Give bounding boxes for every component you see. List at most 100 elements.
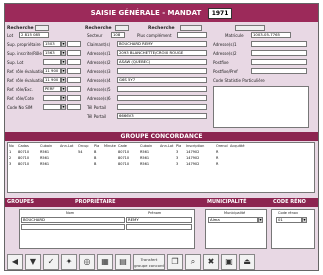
left-form-extra-field-2[interactable] [67, 59, 81, 65]
middle-form-field-1[interactable]: 2093 BLANCHETTE/CROIX ROUGE [117, 50, 207, 56]
code-reno-dropdown[interactable]: ▾ [302, 217, 307, 223]
concordance-cell[interactable]: R561 [40, 156, 49, 160]
concordance-cell[interactable]: R561 [40, 150, 49, 154]
concordance-cell[interactable]: 80710 [18, 156, 29, 160]
concordance-cell[interactable]: 3 [176, 156, 178, 160]
concordance-cell[interactable]: 54 [78, 150, 82, 154]
toolbar-button-0[interactable]: ◀ [7, 254, 23, 270]
left-form-field-2[interactable] [43, 59, 61, 65]
concordance-cell[interactable]: B [94, 150, 96, 154]
concordance-cell[interactable]: 3 [176, 162, 178, 166]
middle-form-field-3[interactable] [117, 68, 207, 74]
recherche-select-4[interactable] [235, 25, 265, 31]
nom-field[interactable]: BOUCHARD [21, 217, 125, 223]
left-form-dropdown-0[interactable]: ▾ [61, 41, 66, 47]
transfer-button[interactable]: Transfert groupe concord [133, 254, 165, 270]
concordance-cell[interactable]: 80710 [118, 150, 129, 154]
middle-form-field-7[interactable] [117, 104, 207, 110]
concordance-cell[interactable]: B [94, 162, 96, 166]
left-form-field-0[interactable]: 1503 [43, 41, 61, 47]
concordance-cell[interactable]: 3 [176, 150, 178, 154]
nom-field-empty[interactable] [21, 224, 125, 230]
toolbar-button-1[interactable]: ▼ [25, 254, 41, 270]
left-form-extra-field-7[interactable] [67, 104, 81, 110]
toolbar-button-11[interactable]: ▣ [221, 254, 237, 270]
toolbar-button-12[interactable]: ⏏ [239, 254, 255, 270]
toolbar-button-5[interactable]: ▦ [97, 254, 113, 270]
left-form-dropdown-6[interactable]: ▾ [61, 95, 66, 101]
prenom-field[interactable]: REMY [126, 217, 192, 223]
concordance-cell[interactable]: 3 [9, 162, 11, 166]
concordance-cell[interactable]: 147902 [186, 150, 199, 154]
concordance-cell[interactable]: R [216, 162, 218, 166]
left-form-field-5[interactable]: PERF [43, 86, 61, 92]
concordance-cell[interactable]: R [216, 150, 218, 154]
left-form-extra-field-3[interactable] [67, 68, 81, 74]
left-form-field-1[interactable]: 1563 [43, 50, 61, 56]
left-form-extra-field-5[interactable] [67, 86, 81, 92]
left-form-dropdown-4[interactable]: ▾ [61, 77, 66, 83]
code-reno-field[interactable]: 01 [276, 217, 302, 223]
left-form-extra-field-0[interactable] [67, 41, 81, 47]
left-form-extra-field-4[interactable] [67, 77, 81, 83]
left-form-field-7[interactable] [43, 104, 61, 110]
left-form-dropdown-7[interactable]: ▾ [61, 104, 66, 110]
left-form-dropdown-3[interactable]: ▾ [61, 68, 66, 74]
middle-form-field-5[interactable] [117, 86, 207, 92]
recherche-select-3[interactable] [180, 25, 202, 31]
toolbar-button-4[interactable]: ◎ [79, 254, 95, 270]
left-form-extra-field-1[interactable] [67, 50, 81, 56]
window-title: SAISIE GÉNÉRALE - MANDAT [90, 9, 202, 17]
left-form-dropdown-1[interactable]: ▾ [61, 50, 66, 56]
middle-form-field-0[interactable]: BOUCHARD REMY [117, 41, 207, 47]
toolbar-button-2[interactable]: ✓ [43, 254, 59, 270]
municipalite-dropdown[interactable]: ▾ [258, 217, 263, 223]
left-form-field-3[interactable]: 11 900 [43, 68, 61, 74]
concordance-cell[interactable]: 1 [9, 150, 11, 154]
concordance-cell[interactable]: B [94, 156, 96, 160]
left-form-field-6[interactable] [43, 95, 61, 101]
municipalite-field[interactable]: Alma [208, 217, 258, 223]
concordance-cell[interactable]: 2 [9, 156, 11, 160]
toolbar-button-10[interactable]: ✖ [203, 254, 219, 270]
concordance-row[interactable]: 3 80710 R561 B 80710 R561 3 147902 R [8, 162, 314, 168]
year-field[interactable]: 1971 [207, 7, 233, 19]
toolbar-button-9[interactable]: ⌕ [185, 254, 201, 270]
toolbar-button-8[interactable]: ❐ [167, 254, 183, 270]
right-form-field-1[interactable] [251, 50, 307, 56]
concordance-cell[interactable]: R561 [140, 156, 149, 160]
middle-form-label-2: Adresse(s)2 [87, 60, 111, 65]
concordance-cell[interactable]: R [216, 156, 218, 160]
middle-form-field-4[interactable]: G6S 5Y7 [117, 77, 207, 83]
secteur-field[interactable]: 108 [111, 32, 125, 38]
left-form-dropdown-5[interactable]: ▾ [61, 86, 66, 92]
recherche-select-1[interactable] [35, 25, 49, 31]
left-form-extra-field-6[interactable] [67, 95, 81, 101]
prenom-field-empty[interactable] [126, 224, 192, 230]
right-form-field-3[interactable] [251, 68, 307, 74]
municipalite-grid: Municipalité Alma ▾ [205, 209, 267, 249]
concordance-cell[interactable]: 147902 [186, 156, 199, 160]
middle-form-field-2[interactable]: ASAW (QUEBEC) [117, 59, 207, 65]
concordance-cell[interactable]: 80710 [18, 150, 29, 154]
toolbar-button-3[interactable]: ✦ [61, 254, 77, 270]
lot-field[interactable]: 2 815 085 [19, 32, 49, 38]
left-form-dropdown-2[interactable]: ▾ [61, 59, 66, 65]
left-form-field-4[interactable]: 11 900 [43, 77, 61, 83]
concordance-cell[interactable]: R561 [140, 162, 149, 166]
code-statistique-area[interactable] [213, 86, 309, 128]
concordance-cell[interactable]: R561 [140, 150, 149, 154]
right-form-field-0[interactable] [251, 41, 307, 47]
matricule-field[interactable]: 1003-05-7765 [251, 32, 291, 38]
concordance-cell[interactable]: R561 [40, 162, 49, 166]
concordance-cell[interactable]: 80710 [18, 162, 29, 166]
middle-form-field-8[interactable]: 6666V3 [117, 113, 207, 119]
toolbar-button-6[interactable]: ▤ [115, 254, 131, 270]
right-form-field-2[interactable] [251, 59, 307, 65]
concordance-cell[interactable]: 147902 [186, 162, 199, 166]
recherche-select-2[interactable] [115, 25, 129, 31]
concordance-cell[interactable]: 80710 [118, 156, 129, 160]
middle-form-field-6[interactable] [117, 95, 207, 101]
plus-complement-field[interactable] [177, 32, 207, 38]
concordance-cell[interactable]: 80710 [118, 162, 129, 166]
